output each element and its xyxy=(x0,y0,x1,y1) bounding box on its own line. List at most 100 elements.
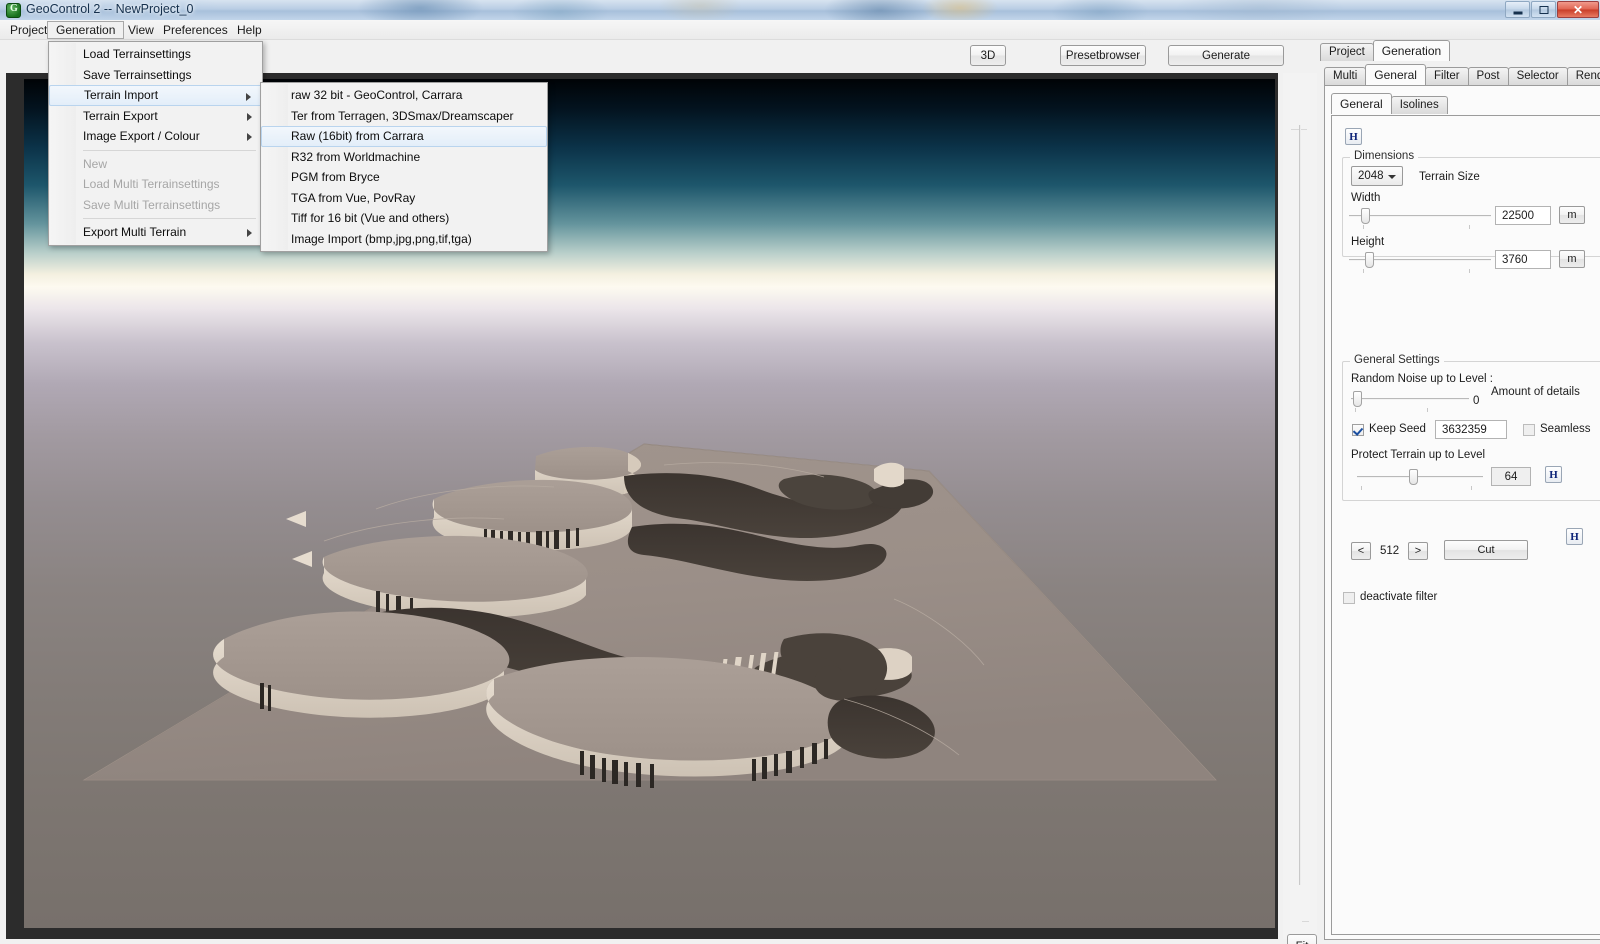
dimensions-group: Dimensions 2048 Terrain Size Width 22500 xyxy=(1342,150,1600,273)
view-3d-button[interactable]: 3D xyxy=(970,45,1006,66)
generate-button[interactable]: Generate xyxy=(1168,45,1284,66)
cut-next-button[interactable]: > xyxy=(1408,542,1428,560)
mid-tab-row: Multi General Filter Post Selector Rende… xyxy=(1324,64,1600,85)
general-settings-group: General Settings Random Noise up to Leve… xyxy=(1342,354,1600,501)
chevron-down-icon xyxy=(1388,175,1396,179)
title-bar: GeoControl 2 -- NewProject_0 ✕ xyxy=(0,0,1600,20)
menu-item-export-multi-terrain-label: Export Multi Terrain xyxy=(83,225,187,239)
random-noise-slider-track xyxy=(1351,398,1469,400)
chevron-right-icon xyxy=(247,112,252,121)
tab-filter[interactable]: Filter xyxy=(1424,67,1469,85)
menu-preferences[interactable]: Preferences xyxy=(155,21,236,39)
help-icon-cut[interactable]: H xyxy=(1566,528,1583,545)
submenu-item-tiff-16bit[interactable]: Tiff for 16 bit (Vue and others) xyxy=(261,208,547,229)
geocontrol-app-icon xyxy=(6,3,21,18)
random-noise-slider-knob[interactable] xyxy=(1353,391,1362,407)
menu-item-image-export-colour-label: Image Export / Colour xyxy=(83,129,200,143)
titlebar-glass-background xyxy=(0,0,1600,20)
menu-separator xyxy=(83,149,256,151)
height-label: Height xyxy=(1351,236,1385,248)
tab-generation[interactable]: Generation xyxy=(1372,40,1451,61)
protect-terrain-slider[interactable] xyxy=(1357,469,1483,490)
menu-item-save-terrainsettings[interactable]: Save Terrainsettings xyxy=(49,65,262,86)
generation-dropdown-menu[interactable]: Load Terrainsettings Save Terrainsetting… xyxy=(48,41,263,246)
tab-multi[interactable]: Multi xyxy=(1324,67,1367,85)
zoom-tick-bottom xyxy=(1302,921,1309,922)
tab-general[interactable]: General xyxy=(1365,64,1426,85)
help-icon-dimensions[interactable]: H xyxy=(1345,128,1362,145)
random-noise-label: Random Noise up to Level : xyxy=(1351,373,1493,385)
tab-post[interactable]: Post xyxy=(1467,67,1509,85)
seed-input[interactable]: 3632359 xyxy=(1435,420,1507,439)
random-noise-slider[interactable] xyxy=(1351,391,1469,412)
submenu-item-r32-worldmachine[interactable]: R32 from Worldmachine xyxy=(261,147,547,168)
terrain-size-combo[interactable]: 2048 xyxy=(1351,166,1403,186)
menu-bar: Project Generation View Preferences Help xyxy=(0,20,1600,40)
menu-item-export-multi-terrain[interactable]: Export Multi Terrain xyxy=(49,222,262,243)
submenu-item-raw-32bit[interactable]: raw 32 bit - GeoControl, Carrara xyxy=(261,85,547,106)
chevron-right-icon xyxy=(247,133,252,141)
seamless-label: Seamless xyxy=(1540,423,1591,435)
terrain-size-value: 2048 xyxy=(1358,170,1384,182)
presetbrowser-button[interactable]: Presetbrowser xyxy=(1060,45,1146,66)
zoom-slider-track[interactable] xyxy=(1299,125,1301,885)
maximize-icon xyxy=(1539,5,1548,14)
terrain-import-submenu[interactable]: raw 32 bit - GeoControl, Carrara Ter fro… xyxy=(260,82,548,252)
menu-help[interactable]: Help xyxy=(229,21,270,39)
menu-item-terrain-import-label: Terrain Import xyxy=(84,88,159,102)
width-input[interactable]: 22500 xyxy=(1495,206,1551,225)
menu-item-terrain-export-label: Terrain Export xyxy=(83,108,158,123)
protect-terrain-label: Protect Terrain up to Level xyxy=(1351,449,1486,461)
menu-item-load-terrainsettings[interactable]: Load Terrainsettings xyxy=(49,44,262,65)
keep-seed-checkbox[interactable] xyxy=(1352,424,1364,436)
dimensions-group-title: Dimensions xyxy=(1350,150,1419,162)
width-slider-knob[interactable] xyxy=(1361,208,1370,224)
fit-button[interactable]: Fit xyxy=(1287,934,1317,944)
tab-selector[interactable]: Selector xyxy=(1507,67,1568,85)
protect-terrain-slider-knob[interactable] xyxy=(1409,469,1418,485)
submenu-item-tga-vue[interactable]: TGA from Vue, PovRay xyxy=(261,188,547,209)
menu-item-terrain-export[interactable]: Terrain Export xyxy=(49,106,262,127)
height-slider[interactable] xyxy=(1349,252,1491,273)
help-icon-protect-terrain[interactable]: H xyxy=(1545,466,1562,483)
tab-isolines[interactable]: Isolines xyxy=(1390,96,1448,114)
menu-item-terrain-import[interactable]: Terrain Import xyxy=(49,85,262,106)
inner-tab-row: General Isolines xyxy=(1331,93,1448,114)
height-unit-button[interactable]: m xyxy=(1559,250,1585,268)
amount-of-details-label: Amount of details xyxy=(1491,386,1580,398)
terrain-highlight-flecks xyxy=(286,511,312,567)
tab-general-inner[interactable]: General xyxy=(1331,93,1392,114)
terrain-terrace-4 xyxy=(213,611,510,718)
submenu-item-raw-16bit-carrara[interactable]: Raw (16bit) from Carrara xyxy=(261,126,547,147)
close-button[interactable]: ✕ xyxy=(1557,1,1599,18)
tab-render[interactable]: Render xyxy=(1566,67,1600,85)
application-window: GeoControl 2 -- NewProject_0 ✕ Project G… xyxy=(0,0,1600,944)
width-unit-button[interactable]: m xyxy=(1559,206,1585,224)
maximize-button[interactable] xyxy=(1531,1,1556,18)
submenu-item-ter-terragen[interactable]: Ter from Terragen, 3DSmax/Dreamscaper xyxy=(261,106,547,127)
menu-item-save-multi-terrainsettings: Save Multi Terrainsettings xyxy=(83,197,221,212)
cut-button[interactable]: Cut xyxy=(1444,540,1528,560)
menu-item-image-export-colour[interactable]: Image Export / Colour xyxy=(49,126,262,147)
height-slider-knob[interactable] xyxy=(1365,252,1374,268)
deactivate-filter-label: deactivate filter xyxy=(1360,591,1438,603)
submenu-item-pgm-bryce[interactable]: PGM from Bryce xyxy=(261,167,547,188)
general-settings-group-title: General Settings xyxy=(1350,354,1444,366)
seamless-checkbox[interactable] xyxy=(1523,424,1535,436)
cut-prev-button[interactable]: < xyxy=(1351,542,1371,560)
width-slider-track xyxy=(1349,215,1491,217)
submenu-item-image-import[interactable]: Image Import (bmp,jpg,png,tif,tga) xyxy=(261,229,547,250)
protect-terrain-slider-track xyxy=(1357,476,1483,478)
close-icon: ✕ xyxy=(1572,2,1584,17)
deactivate-filter-checkbox[interactable] xyxy=(1343,592,1355,604)
menu-generation[interactable]: Generation xyxy=(47,21,125,39)
outer-tab-row: Project Generation xyxy=(1320,40,1451,61)
height-input[interactable]: 3760 xyxy=(1495,250,1551,269)
width-slider[interactable] xyxy=(1349,208,1491,229)
cut-value: 512 xyxy=(1380,545,1400,557)
tab-project[interactable]: Project xyxy=(1320,43,1374,61)
minimize-icon xyxy=(1513,11,1522,14)
menu-item-load-multi-terrainsettings: Load Multi Terrainsettings xyxy=(83,177,220,191)
minimize-button[interactable] xyxy=(1505,1,1530,18)
protect-terrain-input[interactable]: 64 xyxy=(1491,467,1531,486)
